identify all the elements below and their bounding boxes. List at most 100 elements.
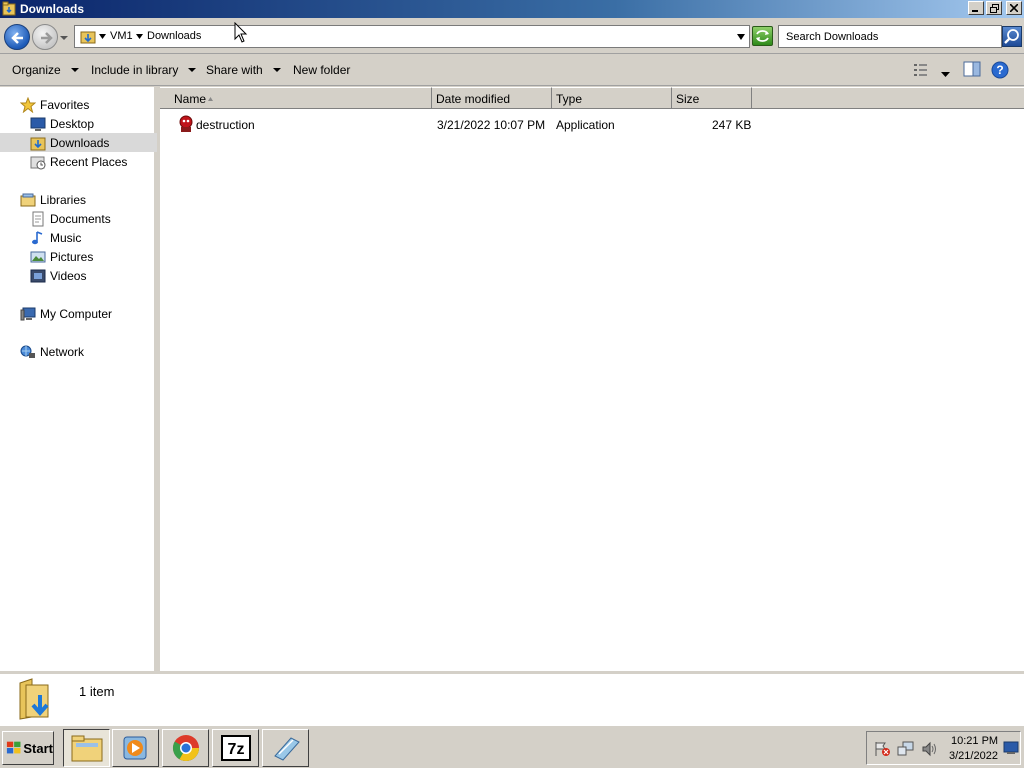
help-icon: ? (991, 61, 1009, 79)
nav-label: Music (50, 230, 82, 245)
file-type: Application (556, 118, 615, 132)
column-header-type[interactable]: Type (552, 87, 672, 109)
caret-down-icon (941, 72, 950, 77)
column-header-label: Date modified (436, 92, 511, 106)
network-status-icon[interactable] (897, 741, 915, 757)
breadcrumb-vm1[interactable]: VM1 (110, 30, 133, 42)
close-icon (1010, 4, 1018, 12)
nav-label: Recent Places (50, 154, 128, 169)
minimize-icon (972, 10, 978, 12)
nav-item-downloads[interactable]: Downloads (0, 133, 157, 152)
refresh-icon (756, 30, 769, 42)
7zip-icon: 7z (220, 735, 251, 761)
column-header-date-modified[interactable]: Date modified (432, 87, 552, 109)
column-header-label: Size (676, 92, 700, 106)
column-header-label: Type (556, 92, 583, 106)
libraries-icon (20, 193, 36, 206)
preview-pane-icon (963, 61, 981, 77)
search-icon (1004, 29, 1019, 44)
sort-ascending-icon (208, 97, 213, 101)
network-icon (20, 345, 35, 358)
more-views-button[interactable] (941, 67, 950, 81)
title-bar[interactable]: Downloads (0, 0, 1024, 18)
forward-arrow-icon (41, 32, 53, 44)
media-player-icon (123, 736, 146, 760)
taskbar-notepad-button[interactable] (262, 729, 309, 767)
search-button[interactable] (1002, 26, 1022, 47)
show-desktop-icon[interactable] (1003, 741, 1019, 755)
include-in-library-button[interactable]: Include in library (91, 63, 197, 77)
close-button[interactable] (1006, 1, 1022, 15)
windows-logo-icon (6, 741, 21, 754)
recent-pages-dropdown-icon[interactable] (59, 33, 69, 43)
nav-label: Libraries (40, 192, 87, 207)
column-header-name[interactable]: Name (160, 87, 432, 109)
documents-icon (32, 211, 44, 226)
change-view-button[interactable] (912, 61, 932, 82)
nav-item-network[interactable]: Network (0, 342, 157, 361)
nav-label: Network (40, 344, 85, 359)
clock-date[interactable]: 3/21/2022 (949, 750, 998, 762)
address-history-dropdown-icon[interactable] (737, 34, 745, 40)
address-bar[interactable]: VM1 Downloads (74, 25, 750, 48)
nav-item-documents[interactable]: Documents (0, 209, 157, 228)
restore-icon (989, 3, 999, 13)
downloads-folder-icon (80, 31, 96, 44)
application-icon (179, 115, 193, 132)
details-pane: 1 item (0, 671, 1024, 725)
include-in-library-label: Include in library (91, 63, 179, 77)
restore-button[interactable] (986, 1, 1002, 15)
share-with-button[interactable]: Share with (206, 63, 281, 77)
chevron-down-icon[interactable] (99, 34, 106, 39)
nav-label: Desktop (50, 116, 95, 131)
breadcrumb-downloads[interactable]: Downloads (147, 30, 201, 42)
table-row[interactable]: destruction 3/21/2022 10:07 PM Applicati… (160, 114, 1024, 134)
nav-item-videos[interactable]: Videos (0, 266, 157, 285)
nav-label: Favorites (40, 97, 90, 112)
taskbar-chrome-button[interactable] (162, 729, 209, 767)
nav-item-recent-places[interactable]: Recent Places (0, 152, 157, 171)
star-icon (20, 96, 36, 113)
help-button[interactable]: ? (991, 61, 1009, 82)
file-date-modified: 3/21/2022 10:07 PM (437, 118, 546, 132)
refresh-button[interactable] (752, 26, 773, 46)
clock-time[interactable]: 10:21 PM (951, 735, 998, 747)
nav-item-favorites[interactable]: Favorites (0, 95, 157, 114)
caret-down-icon (272, 68, 281, 72)
taskbar-explorer-button[interactable] (63, 729, 110, 767)
folder-icon (2, 1, 16, 16)
column-header-label: Name (174, 92, 207, 106)
forward-button[interactable] (32, 24, 58, 50)
system-tray: 10:21 PM 3/21/2022 (866, 731, 1021, 765)
notepad-icon (273, 737, 300, 761)
nav-item-pictures[interactable]: Pictures (0, 247, 157, 266)
search-input[interactable] (779, 26, 1001, 47)
new-folder-button[interactable]: New folder (293, 63, 350, 77)
action-center-flag-icon[interactable] (873, 741, 891, 757)
nav-item-libraries[interactable]: Libraries (0, 190, 157, 209)
volume-icon[interactable] (921, 741, 939, 757)
taskbar-media-player-button[interactable] (112, 729, 159, 767)
nav-item-my-computer[interactable]: My Computer (0, 304, 157, 323)
chevron-down-icon[interactable] (136, 34, 143, 39)
back-button[interactable] (4, 24, 30, 50)
start-button[interactable]: Start (2, 731, 54, 765)
nav-item-music[interactable]: Music (0, 228, 157, 247)
new-folder-label: New folder (293, 63, 351, 77)
nav-label: Videos (50, 268, 87, 283)
nav-label: My Computer (40, 306, 113, 321)
address-row: VM1 Downloads (0, 18, 1024, 54)
organize-button[interactable]: Organize (12, 63, 79, 77)
column-header-filler (752, 87, 1024, 109)
caret-down-icon (188, 68, 197, 72)
preview-pane-button[interactable] (963, 61, 981, 80)
taskbar-7zip-button[interactable]: 7z (212, 729, 259, 767)
search-field[interactable] (778, 25, 1002, 48)
nav-item-desktop[interactable]: Desktop (0, 114, 157, 133)
file-name[interactable]: destruction (196, 118, 255, 132)
file-size: 247 KB (712, 118, 752, 132)
chrome-icon (172, 735, 199, 762)
share-with-label: Share with (206, 63, 263, 77)
minimize-button[interactable] (968, 1, 984, 15)
column-header-size[interactable]: Size (672, 87, 752, 109)
